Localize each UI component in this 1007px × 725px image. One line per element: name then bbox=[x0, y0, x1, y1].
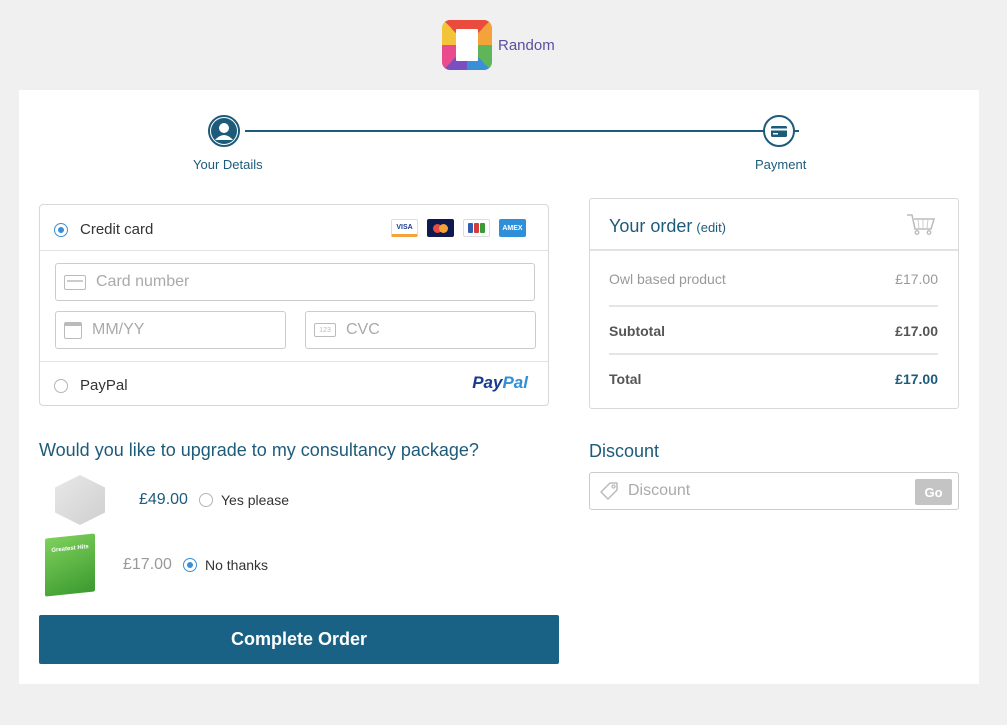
user-icon bbox=[211, 118, 237, 144]
option-price: £49.00 bbox=[139, 491, 188, 508]
brand-logo[interactable]: Random bbox=[442, 20, 555, 70]
paypal-logo-part1: Pay bbox=[472, 373, 503, 392]
jcb-icon bbox=[463, 219, 490, 237]
upgrade-option-yes[interactable]: £49.00 Yes please bbox=[55, 475, 289, 525]
mastercard-icon bbox=[427, 219, 454, 237]
discount-title: Discount bbox=[589, 441, 660, 461]
order-title-row: Your order (edit) bbox=[609, 216, 726, 237]
amex-icon: AMEX bbox=[499, 219, 526, 237]
total-label: Total bbox=[609, 371, 642, 387]
divider bbox=[609, 305, 938, 307]
step-payment[interactable] bbox=[763, 115, 795, 147]
edit-order-link[interactable]: (edit) bbox=[696, 220, 726, 235]
no-thanks-radio[interactable] bbox=[183, 558, 197, 572]
yes-please-radio[interactable] bbox=[199, 493, 213, 507]
subtotal-value: £17.00 bbox=[895, 323, 938, 339]
paypal-label: PayPal bbox=[80, 377, 128, 394]
complete-order-button[interactable]: Complete Order bbox=[39, 615, 559, 664]
card-number-field[interactable] bbox=[55, 263, 535, 301]
paypal-logo: PayPal bbox=[472, 373, 528, 393]
cvc-field[interactable]: 123 bbox=[305, 311, 536, 349]
paypal-radio[interactable] bbox=[54, 378, 68, 393]
calendar-icon bbox=[64, 321, 82, 339]
divider bbox=[609, 353, 938, 355]
upgrade-option-no[interactable]: Greatest Hits £17.00 No thanks bbox=[45, 533, 269, 597]
order-item-row: Owl based product £17.00 bbox=[609, 271, 938, 287]
step-label-payment[interactable]: Payment bbox=[755, 157, 806, 172]
paypal-logo-part2: Pal bbox=[502, 373, 528, 392]
cart-icon bbox=[907, 214, 936, 235]
order-title: Your order bbox=[609, 216, 693, 236]
visa-icon: VISA bbox=[391, 219, 418, 237]
divider bbox=[40, 250, 548, 251]
option-label: No thanks bbox=[205, 557, 269, 573]
apply-discount-button[interactable]: Go bbox=[915, 479, 952, 505]
total-row: Total £17.00 bbox=[609, 371, 938, 387]
cvc-input[interactable] bbox=[344, 320, 503, 340]
credit-card-icon bbox=[771, 126, 787, 137]
divider bbox=[40, 361, 548, 362]
order-header: Your order (edit) bbox=[590, 199, 958, 251]
upgrade-question: Would you like to upgrade to my consulta… bbox=[39, 440, 479, 460]
logo-icon bbox=[442, 20, 492, 70]
brand-name: Random bbox=[498, 36, 555, 54]
item-name: Owl based product bbox=[609, 271, 726, 287]
subtotal-label: Subtotal bbox=[609, 323, 665, 339]
credit-card-radio[interactable] bbox=[54, 222, 68, 237]
card-number-input[interactable] bbox=[94, 272, 427, 292]
order-summary: Your order (edit) Owl based product £17.0… bbox=[589, 198, 959, 409]
item-price: £17.00 bbox=[895, 271, 938, 287]
payment-method-box: Credit card VISA AMEX 123 bbox=[39, 204, 549, 406]
step-connector bbox=[245, 130, 799, 132]
expiry-input[interactable] bbox=[90, 320, 249, 340]
cvc-icon: 123 bbox=[314, 323, 336, 337]
subtotal-row: Subtotal £17.00 bbox=[609, 323, 938, 339]
discount-field[interactable]: Go bbox=[589, 472, 959, 510]
card-icon bbox=[64, 274, 86, 290]
option-label: Yes please bbox=[221, 492, 289, 508]
tag-icon bbox=[600, 482, 618, 500]
expiry-field[interactable] bbox=[55, 311, 286, 349]
greatest-hits-image: Greatest Hits bbox=[45, 533, 95, 597]
checkout-card: Your Details Payment Credit card VISA AM… bbox=[19, 90, 979, 684]
credit-card-label: Credit card bbox=[80, 221, 154, 238]
step-label-your-details[interactable]: Your Details bbox=[193, 157, 263, 172]
package-box-image bbox=[55, 475, 105, 525]
step-your-details[interactable] bbox=[208, 115, 240, 147]
total-value: £17.00 bbox=[895, 371, 938, 387]
discount-input[interactable] bbox=[626, 481, 890, 501]
option-price: £17.00 bbox=[123, 556, 172, 573]
card-brands: VISA AMEX bbox=[391, 219, 526, 237]
